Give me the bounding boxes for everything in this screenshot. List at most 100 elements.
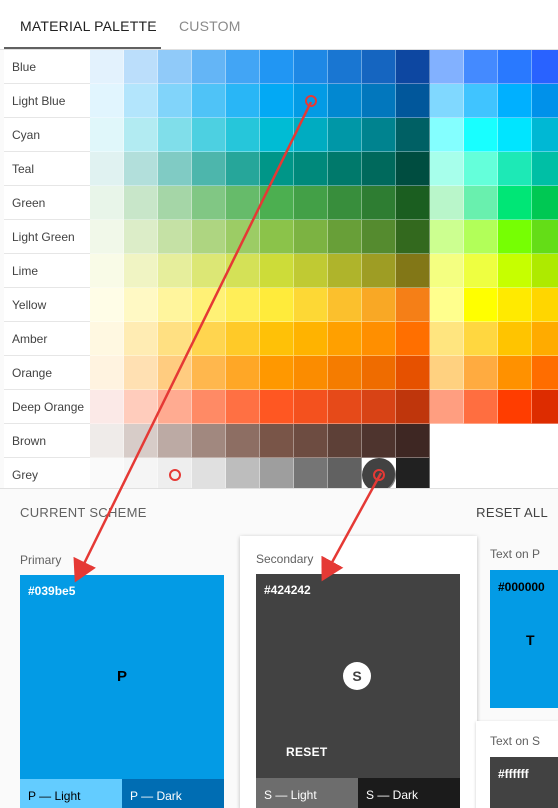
- color-swatch[interactable]: [498, 152, 532, 186]
- primary-light-swatch[interactable]: P — Light: [20, 779, 122, 808]
- color-swatch[interactable]: [158, 186, 192, 220]
- color-swatch[interactable]: [396, 50, 430, 84]
- color-swatch[interactable]: [362, 254, 396, 288]
- color-swatch[interactable]: [328, 186, 362, 220]
- color-swatch[interactable]: [294, 356, 328, 390]
- color-swatch[interactable]: [90, 424, 124, 458]
- color-swatch[interactable]: [430, 152, 464, 186]
- primary-swatch[interactable]: #039be5 P: [20, 575, 224, 779]
- color-swatch[interactable]: [158, 118, 192, 152]
- color-swatch[interactable]: [362, 50, 396, 84]
- color-swatch[interactable]: [396, 186, 430, 220]
- secondary-light-swatch[interactable]: S — Light: [256, 778, 358, 808]
- color-swatch[interactable]: [260, 220, 294, 254]
- color-swatch[interactable]: [328, 118, 362, 152]
- color-swatch[interactable]: [124, 288, 158, 322]
- color-swatch[interactable]: [328, 254, 362, 288]
- color-swatch[interactable]: [260, 50, 294, 84]
- color-swatch[interactable]: [90, 322, 124, 356]
- color-swatch[interactable]: [362, 152, 396, 186]
- reset-all-button[interactable]: RESET ALL: [476, 505, 548, 520]
- color-swatch[interactable]: [328, 322, 362, 356]
- color-swatch[interactable]: [430, 390, 464, 424]
- color-swatch[interactable]: [362, 356, 396, 390]
- color-swatch[interactable]: [532, 390, 558, 424]
- color-swatch[interactable]: [328, 424, 362, 458]
- color-swatch[interactable]: [396, 84, 430, 118]
- color-swatch[interactable]: [124, 84, 158, 118]
- color-swatch[interactable]: [430, 186, 464, 220]
- color-swatch[interactable]: [430, 288, 464, 322]
- color-swatch[interactable]: [328, 390, 362, 424]
- color-swatch[interactable]: [226, 152, 260, 186]
- color-swatch[interactable]: [226, 322, 260, 356]
- color-swatch[interactable]: [192, 356, 226, 390]
- color-swatch[interactable]: [158, 152, 192, 186]
- color-swatch[interactable]: [396, 390, 430, 424]
- color-swatch[interactable]: [430, 50, 464, 84]
- color-swatch[interactable]: [192, 152, 226, 186]
- color-swatch[interactable]: [362, 186, 396, 220]
- color-swatch[interactable]: [532, 288, 558, 322]
- color-swatch[interactable]: [226, 356, 260, 390]
- color-swatch[interactable]: [294, 186, 328, 220]
- color-swatch[interactable]: [294, 458, 328, 492]
- color-swatch[interactable]: [396, 220, 430, 254]
- color-swatch[interactable]: [124, 50, 158, 84]
- color-swatch[interactable]: [90, 390, 124, 424]
- color-swatch[interactable]: [430, 220, 464, 254]
- color-swatch[interactable]: [362, 424, 396, 458]
- color-swatch[interactable]: [362, 322, 396, 356]
- color-swatch[interactable]: [362, 458, 396, 492]
- color-swatch[interactable]: [430, 84, 464, 118]
- color-swatch[interactable]: [260, 84, 294, 118]
- color-swatch[interactable]: [328, 50, 362, 84]
- color-swatch[interactable]: [328, 356, 362, 390]
- color-swatch[interactable]: [260, 356, 294, 390]
- color-swatch[interactable]: [362, 220, 396, 254]
- color-swatch[interactable]: [464, 186, 498, 220]
- color-swatch[interactable]: [498, 322, 532, 356]
- color-swatch[interactable]: [464, 118, 498, 152]
- color-swatch[interactable]: [226, 84, 260, 118]
- color-swatch[interactable]: [226, 50, 260, 84]
- color-swatch[interactable]: [396, 152, 430, 186]
- color-swatch[interactable]: [294, 50, 328, 84]
- color-swatch[interactable]: [90, 50, 124, 84]
- color-swatch[interactable]: [498, 84, 532, 118]
- color-swatch[interactable]: [498, 186, 532, 220]
- color-swatch[interactable]: [226, 186, 260, 220]
- color-swatch[interactable]: [532, 322, 558, 356]
- color-swatch[interactable]: [158, 424, 192, 458]
- color-swatch[interactable]: [362, 84, 396, 118]
- color-swatch[interactable]: [498, 220, 532, 254]
- color-swatch[interactable]: [124, 152, 158, 186]
- secondary-reset-button[interactable]: RESET: [286, 745, 328, 759]
- color-swatch[interactable]: [396, 424, 430, 458]
- color-swatch[interactable]: [192, 390, 226, 424]
- color-swatch[interactable]: [158, 84, 192, 118]
- color-swatch[interactable]: [226, 390, 260, 424]
- color-swatch[interactable]: [158, 322, 192, 356]
- color-swatch[interactable]: [498, 356, 532, 390]
- color-swatch[interactable]: [226, 254, 260, 288]
- color-swatch[interactable]: [260, 322, 294, 356]
- color-swatch[interactable]: [260, 186, 294, 220]
- secondary-dark-swatch[interactable]: S — Dark: [358, 778, 460, 808]
- color-swatch[interactable]: [226, 288, 260, 322]
- color-swatch[interactable]: [532, 254, 558, 288]
- color-swatch[interactable]: [294, 152, 328, 186]
- color-swatch[interactable]: [158, 50, 192, 84]
- color-swatch[interactable]: [328, 458, 362, 492]
- color-swatch[interactable]: [532, 50, 558, 84]
- color-swatch[interactable]: [532, 152, 558, 186]
- color-swatch[interactable]: [464, 288, 498, 322]
- color-swatch[interactable]: [158, 220, 192, 254]
- primary-dark-swatch[interactable]: P — Dark: [122, 779, 224, 808]
- color-swatch[interactable]: [294, 322, 328, 356]
- color-swatch[interactable]: [192, 50, 226, 84]
- color-swatch[interactable]: [464, 322, 498, 356]
- color-swatch[interactable]: [498, 254, 532, 288]
- color-swatch[interactable]: [158, 458, 192, 492]
- color-swatch[interactable]: [498, 390, 532, 424]
